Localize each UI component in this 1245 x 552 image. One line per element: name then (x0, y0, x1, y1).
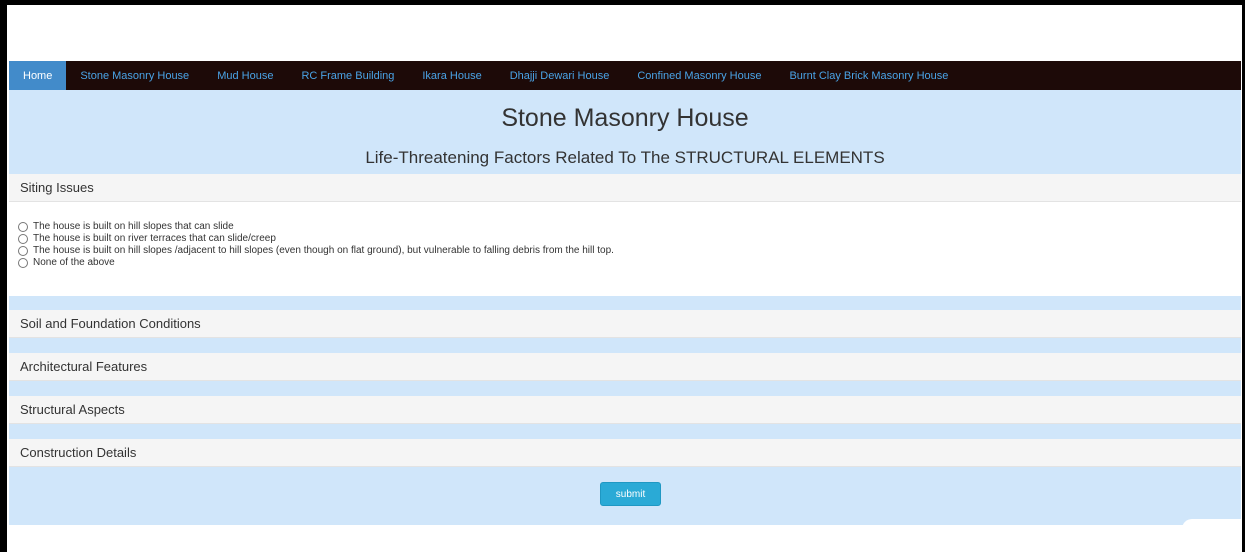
section-header-soil-foundation[interactable]: Soil and Foundation Conditions (9, 310, 1241, 338)
page-subtitle: Life-Threatening Factors Related To The … (365, 148, 885, 167)
nav-confined-masonry-house[interactable]: Confined Masonry House (623, 61, 775, 90)
nav-dhajji-dewari-house[interactable]: Dhajji Dewari House (496, 61, 624, 90)
option-none-of-the-above[interactable]: None of the above (18, 257, 115, 268)
nav-mud-house[interactable]: Mud House (203, 61, 287, 90)
section-header-structural-aspects[interactable]: Structural Aspects (9, 396, 1241, 424)
option-label: The house is built on hill slopes that c… (33, 221, 234, 232)
window-border-top (0, 0, 1245, 5)
section-header-architectural-features[interactable]: Architectural Features (9, 353, 1241, 381)
nav-ikara-house[interactable]: Ikara House (408, 61, 495, 90)
top-navbar: Home Stone Masonry House Mud House RC Fr… (9, 61, 1241, 90)
siting-issues-body: The house is built on hill slopes that c… (9, 202, 1241, 296)
nav-burnt-clay-brick-masonry-house[interactable]: Burnt Clay Brick Masonry House (775, 61, 962, 90)
section-header-construction-details[interactable]: Construction Details (9, 439, 1241, 467)
radio-button[interactable] (18, 233, 28, 244)
option-label: None of the above (33, 257, 115, 268)
page-title: Stone Masonry House (501, 104, 749, 132)
option-label: The house is built on hill slopes /adjac… (33, 245, 614, 256)
radio-button[interactable] (18, 257, 28, 268)
option-hill-slopes-slide[interactable]: The house is built on hill slopes that c… (18, 221, 234, 232)
section-header-siting-issues[interactable]: Siting Issues (9, 174, 1241, 202)
nav-rc-frame-building[interactable]: RC Frame Building (287, 61, 408, 90)
corner-decoration (1182, 519, 1242, 529)
option-river-terraces[interactable]: The house is built on river terraces tha… (18, 233, 276, 244)
nav-stone-masonry-house[interactable]: Stone Masonry House (66, 61, 203, 90)
nav-home[interactable]: Home (9, 61, 67, 90)
submit-button[interactable]: submit (600, 482, 661, 506)
option-falling-debris[interactable]: The house is built on hill slopes /adjac… (18, 245, 614, 256)
main-panel: Stone Masonry House Life-Threatening Fac… (9, 90, 1241, 525)
window-border-left (0, 0, 7, 552)
option-label: The house is built on river terraces tha… (33, 233, 276, 244)
radio-button[interactable] (18, 221, 28, 232)
radio-button[interactable] (18, 245, 28, 256)
